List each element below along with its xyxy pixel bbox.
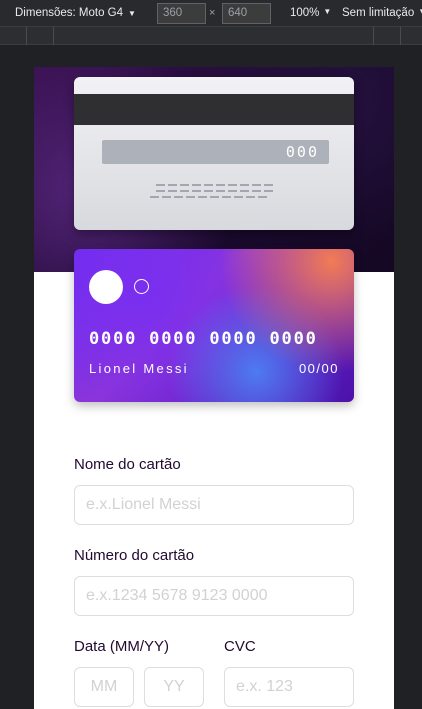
viewport-width-input[interactable]: 360 (157, 3, 206, 24)
throttling-selector[interactable]: Sem limitação ▼ (342, 7, 422, 19)
zoom-selector[interactable]: 100% ▼ (290, 7, 331, 19)
expiry-month-input[interactable] (74, 667, 134, 707)
card-back: 000 (74, 77, 354, 230)
media-query-segment[interactable] (54, 27, 374, 45)
media-query-segment[interactable] (27, 27, 54, 45)
times-icon: × (209, 7, 216, 19)
device-toolbar: Dimensões: Moto G4 ▼ 360 × 640 100% ▼ Se… (0, 0, 422, 27)
card-holder-name: Lionel Messi (89, 361, 189, 376)
card-back-fine-print (150, 184, 274, 202)
media-query-segment[interactable] (374, 27, 401, 45)
device-selector[interactable]: Dimensões: Moto G4 ▼ (15, 7, 136, 19)
cardholder-name-input[interactable] (74, 485, 354, 525)
signature-strip: 000 (102, 140, 329, 164)
name-label: Nome do cartão (74, 456, 181, 473)
card-expiry: 00/00 (298, 361, 339, 376)
card-logo-ring-icon (134, 279, 149, 294)
magnetic-stripe (74, 94, 354, 125)
card-number: 0000 0000 0000 0000 (89, 329, 318, 349)
card-front: 0000 0000 0000 0000 Lionel Messi 00/00 (74, 249, 354, 402)
cvc-label: CVC (224, 638, 256, 655)
zoom-value: 100% (290, 7, 320, 19)
number-label: Número do cartão (74, 547, 195, 564)
cvc-input[interactable] (224, 667, 354, 707)
card-back-cvc: 000 (285, 143, 319, 161)
chevron-down-icon: ▼ (418, 7, 422, 19)
device-dimensions-label: Dimensões: Moto G4 (15, 7, 124, 19)
card-logo-circle-icon (89, 270, 123, 304)
card-number-input[interactable] (74, 576, 354, 616)
media-query-segment[interactable] (0, 27, 27, 45)
expiry-year-input[interactable] (144, 667, 204, 707)
throttling-value: Sem limitação (342, 7, 415, 19)
device-viewport: 000 0000 0000 0000 0000 Lionel Messi 00/… (34, 67, 394, 709)
media-query-bar (0, 27, 422, 45)
viewport-height-input[interactable]: 640 (222, 3, 271, 24)
chevron-down-icon: ▼ (323, 7, 332, 16)
chevron-down-icon: ▼ (128, 8, 136, 18)
media-query-segment[interactable] (401, 27, 422, 45)
date-label: Data (MM/YY) (74, 638, 170, 655)
